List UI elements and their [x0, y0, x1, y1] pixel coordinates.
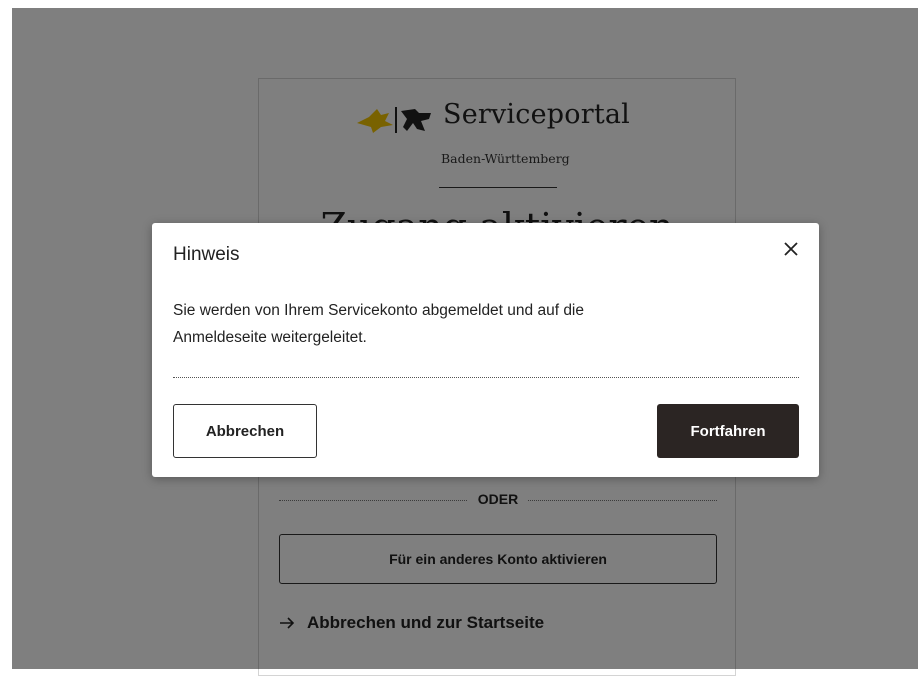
dialog-separator — [173, 377, 799, 378]
cancel-button[interactable]: Abbrechen — [173, 404, 317, 458]
notice-dialog: Hinweis Sie werden von Ihrem Servicekont… — [152, 223, 819, 477]
dialog-message: Sie werden von Ihrem Servicekonto abgeme… — [173, 297, 773, 351]
close-icon[interactable] — [779, 237, 803, 261]
dialog-title: Hinweis — [173, 244, 240, 265]
continue-button[interactable]: Fortfahren — [657, 404, 799, 458]
dialog-message-line-1: Sie werden von Ihrem Servicekonto abgeme… — [173, 302, 584, 319]
dialog-message-line-2: Anmeldeseite weitergeleitet. — [173, 329, 367, 346]
